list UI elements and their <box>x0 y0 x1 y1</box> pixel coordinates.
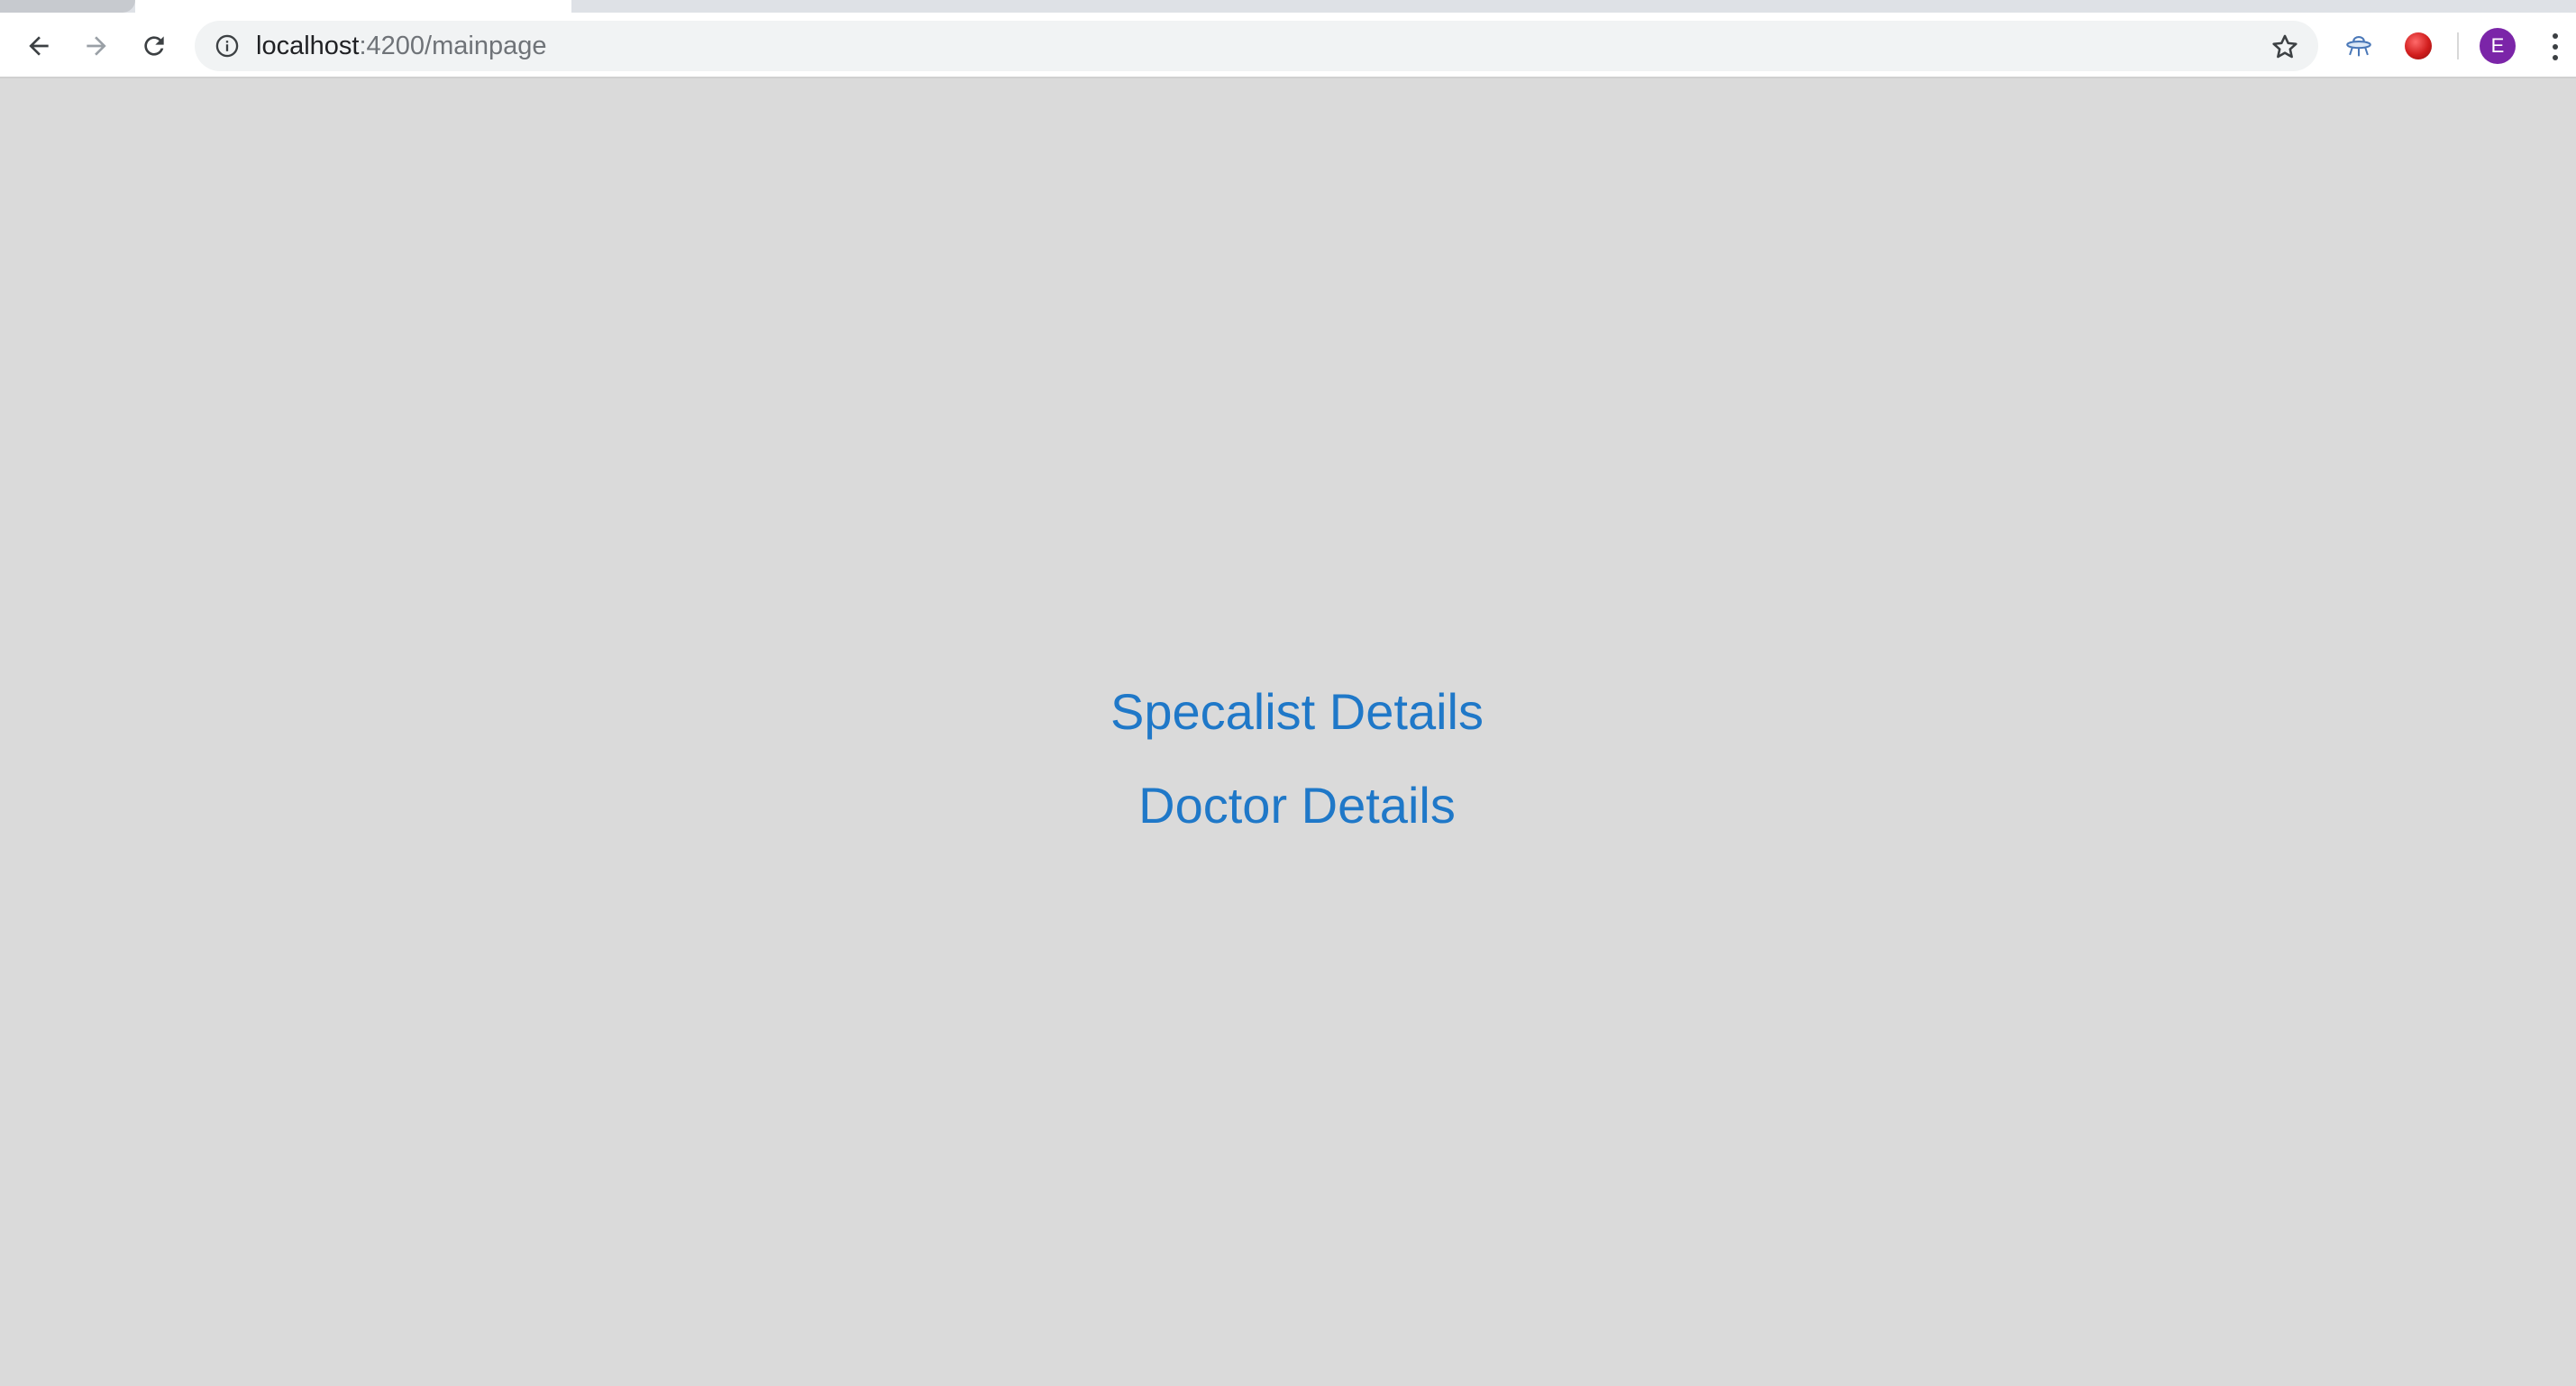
address-bar[interactable]: localhost:4200/mainpage <box>195 21 2318 71</box>
active-tab[interactable] <box>135 0 571 13</box>
star-icon[interactable] <box>2270 32 2300 62</box>
forward-button[interactable] <box>76 25 117 67</box>
ufo-extension-icon[interactable] <box>2343 31 2374 61</box>
specialist-details-link[interactable]: Specalist Details <box>0 682 2576 741</box>
red-dot-glyph <box>2405 32 2432 59</box>
menu-dot <box>2553 55 2558 60</box>
doctor-details-link[interactable]: Doctor Details <box>0 776 2576 834</box>
kebab-menu-icon[interactable] <box>2542 29 2569 65</box>
reload-icon <box>144 36 164 56</box>
arrow-left-icon <box>29 36 49 56</box>
page-content: Specalist Details Doctor Details <box>0 78 2576 1386</box>
info-icon[interactable] <box>215 33 240 59</box>
inactive-tab[interactable] <box>0 0 135 13</box>
ufo-glyph <box>2346 36 2371 57</box>
profile-avatar[interactable]: E <box>2480 28 2516 64</box>
toolbar-divider <box>2457 32 2459 59</box>
url-text[interactable]: localhost:4200/mainpage <box>256 21 546 71</box>
arrow-right-icon <box>87 36 106 56</box>
browser-toolbar: localhost:4200/mainpage E <box>0 13 2576 78</box>
url-path: :4200/mainpage <box>359 32 547 60</box>
menu-dot <box>2553 33 2558 39</box>
url-host: localhost <box>256 32 360 60</box>
reload-button[interactable] <box>133 25 175 67</box>
menu-dot <box>2553 44 2558 50</box>
back-button[interactable] <box>18 25 59 67</box>
tab-strip <box>0 0 2576 13</box>
red-dot-extension-icon[interactable] <box>2403 31 2434 61</box>
